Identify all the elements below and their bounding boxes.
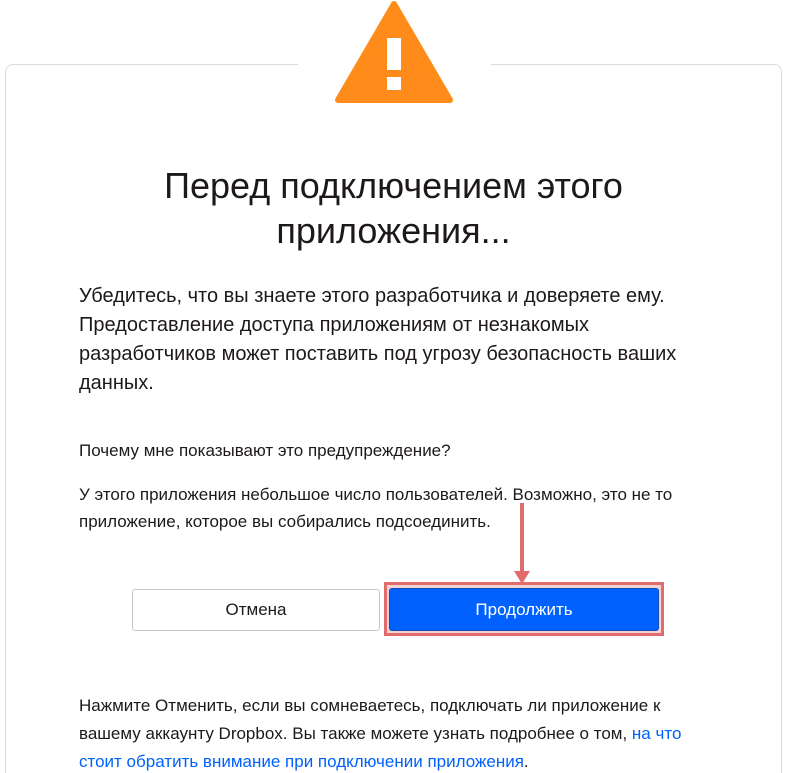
page: Перед подключением этого приложения... У… <box>0 0 787 773</box>
footer-text: Нажмите Отменить, если вы сомневаетесь, … <box>79 692 719 773</box>
cancel-button[interactable]: Отмена <box>132 589 380 631</box>
dialog-title: Перед подключением этого приложения... <box>164 165 623 251</box>
arrow-down-annotation <box>514 503 530 584</box>
continue-button[interactable]: Продолжить <box>389 588 659 631</box>
warning-triangle-icon <box>335 1 453 103</box>
footer-text-prefix: Нажмите Отменить, если вы сомневаетесь, … <box>79 696 661 743</box>
trust-warning-text: Убедитесь, что вы знаете этого разработч… <box>79 285 677 394</box>
why-warning-heading: Почему мне показывают это предупреждение… <box>79 441 451 460</box>
why-warning-explanation: У этого приложения небольшое число польз… <box>79 485 673 531</box>
footer-text-suffix: . <box>523 752 529 771</box>
